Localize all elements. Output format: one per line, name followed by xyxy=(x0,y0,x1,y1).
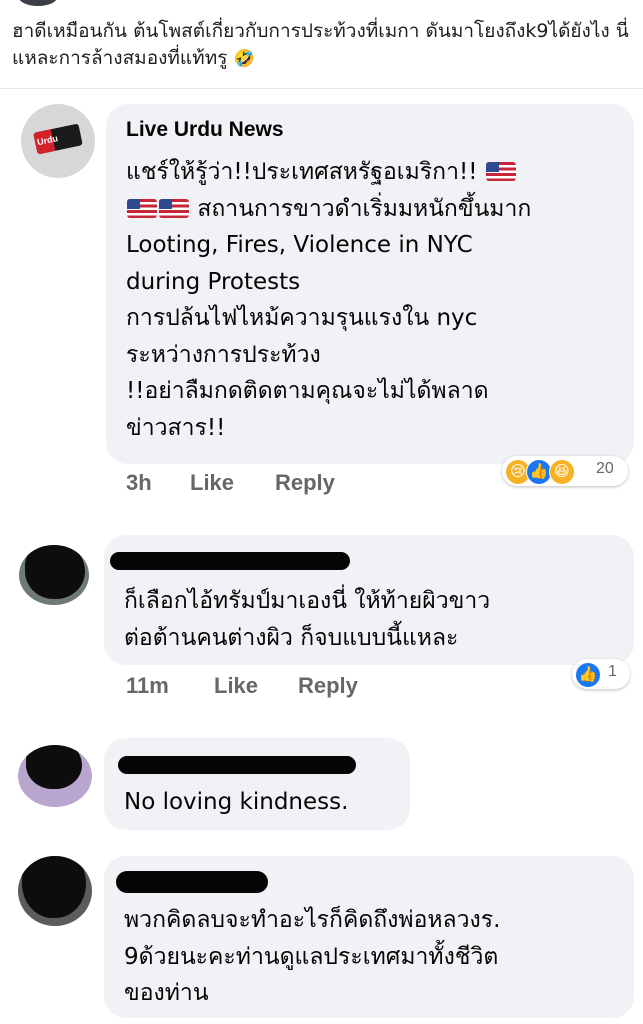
us-flag-icon xyxy=(159,198,189,218)
comment-text: แชร์ให้รู้ว่า!!ประเทศสหรัฐอเมริกา!! สถาน… xyxy=(126,154,531,446)
reaction-count: 1 xyxy=(608,663,617,680)
comment-bubble: No loving kindness. xyxy=(104,738,410,830)
comment-bubble: ก็เลือกไอ้ทรัมป์มาเองนี่ ให้ท้ายผิวขาว ต… xyxy=(104,535,634,665)
like-reaction-icon: 👍 xyxy=(575,662,601,688)
post-text-body: ฮาดีเหมือนกัน ต้นโพสต์เกี่ยวกับการประท้ว… xyxy=(12,20,629,69)
comment-line: ระหว่างการประท้วง xyxy=(126,341,321,368)
comment-line: ข่าวสาร!! xyxy=(126,414,226,441)
comment-text: No loving kindness. xyxy=(124,789,349,815)
post-header: ฮาดีเหมือนกัน ต้นโพสต์เกี่ยวกับการประท้ว… xyxy=(0,0,643,89)
comment-author[interactable]: Live Urdu News xyxy=(126,118,284,142)
reaction-summary[interactable]: 😢 👍 😆 20 xyxy=(502,456,628,486)
us-flag-icon xyxy=(127,198,157,218)
redacted-author-name xyxy=(110,552,350,570)
reaction-summary[interactable]: 👍 1 xyxy=(572,659,630,689)
avatar[interactable] xyxy=(18,745,92,807)
comment-bubble: พวกคิดลบจะทำอะไรก็คิดถึงพ่อหลวงร. 9ด้วยน… xyxy=(104,856,634,1018)
comment-line: สถานการขาวดำเริ่มมหนักขึ้นมาก xyxy=(197,195,532,222)
avatar[interactable]: Urdu xyxy=(21,104,95,178)
reply-link[interactable]: Reply xyxy=(298,673,358,699)
rofl-emoji-icon: 🤣 xyxy=(233,49,255,69)
comment-line: ของท่าน xyxy=(124,980,209,1006)
us-flag-icon xyxy=(485,162,516,181)
redaction-mark xyxy=(26,745,82,789)
comment-line: การปล้นไฟไหม้ความรุนแรงใน nyc xyxy=(126,305,478,331)
comment-line: during Protests xyxy=(126,268,301,295)
reply-link[interactable]: Reply xyxy=(275,470,335,496)
avatar[interactable] xyxy=(18,856,92,926)
haha-reaction-icon: 😆 xyxy=(549,459,575,485)
redacted-author-name xyxy=(116,871,268,893)
like-link[interactable]: Like xyxy=(214,673,258,699)
reaction-count: 20 xyxy=(596,460,614,477)
live-urdu-logo: Urdu xyxy=(33,123,83,155)
post-text: ฮาดีเหมือนกัน ต้นโพสต์เกี่ยวกับการประท้ว… xyxy=(12,18,632,73)
comment-line: 9ด้วยนะคะท่านดูแลประเทศมาทั้งชีวิต xyxy=(124,943,499,970)
comment-line: !!อย่าลืมกดติดตามคุณจะไม่ได้พลาด xyxy=(126,378,489,404)
comment-line: แชร์ให้รู้ว่า!!ประเทศสหรัฐอเมริกา!! xyxy=(126,159,478,185)
poster-avatar[interactable] xyxy=(18,0,58,6)
comment-line: พวกคิดลบจะทำอะไรก็คิดถึงพ่อหลวงร. xyxy=(124,907,501,933)
comment-bubble: Live Urdu News แชร์ให้รู้ว่า!!ประเทศสหรั… xyxy=(106,104,634,464)
comment-line: ก็เลือกไอ้ทรัมป์มาเองนี่ ให้ท้ายผิวขาว xyxy=(124,588,491,614)
comment-text: ก็เลือกไอ้ทรัมป์มาเองนี่ ให้ท้ายผิวขาว ต… xyxy=(124,583,490,656)
redaction-mark xyxy=(25,545,85,599)
comment-text: พวกคิดลบจะทำอะไรก็คิดถึงพ่อหลวงร. 9ด้วยน… xyxy=(124,902,500,1012)
comment-timestamp[interactable]: 11m xyxy=(126,673,169,699)
redacted-author-name xyxy=(118,756,356,774)
comment-line: ต่อต้านคนต่างผิว ก็จบแบบนี้แหละ xyxy=(124,624,459,651)
avatar[interactable] xyxy=(19,545,89,605)
redaction-mark xyxy=(22,856,86,918)
like-link[interactable]: Like xyxy=(190,470,234,496)
comment-timestamp[interactable]: 3h xyxy=(126,470,152,496)
comment-line: Looting, Fires, Violence in NYC xyxy=(126,232,473,258)
